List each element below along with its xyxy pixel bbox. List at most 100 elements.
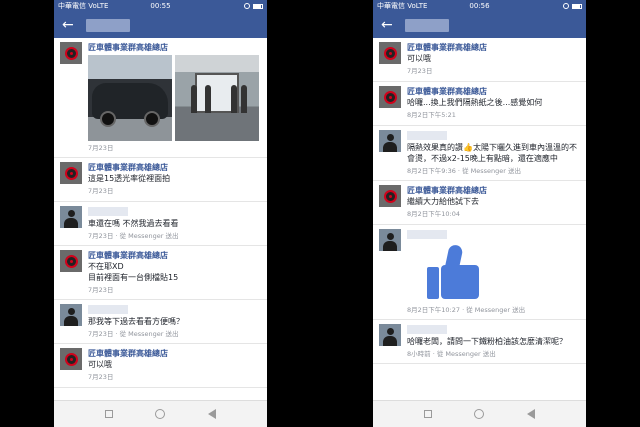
home-icon[interactable] xyxy=(155,409,166,419)
logo-mark xyxy=(383,189,397,203)
alarm-icon xyxy=(244,3,250,9)
avatar-head xyxy=(68,308,75,315)
sender-name[interactable]: 匠車體事業群高雄總店 xyxy=(407,185,580,196)
user-avatar[interactable] xyxy=(379,229,401,251)
avatar-body xyxy=(64,316,78,326)
message-timestamp: 7月23日 xyxy=(88,373,114,381)
shop-logo-avatar[interactable] xyxy=(379,86,401,108)
person-figure xyxy=(241,85,247,113)
message-row[interactable]: 匠車體事業群高雄總店 7月23日 xyxy=(54,38,267,158)
shop-logo-avatar[interactable] xyxy=(379,42,401,64)
message-row[interactable]: 匠車體事業群高雄總店 這是15透光率從裡面拍 7月23日 xyxy=(54,158,267,202)
message-list[interactable]: 匠車體事業群高雄總店 7月23日 匠車體事業群高雄總店 這是15透光率從裡面拍 7月23… xyxy=(54,38,267,400)
car-wheel xyxy=(100,111,116,127)
message-text: 繼續大力給他試下去 xyxy=(407,197,479,206)
avatar-head xyxy=(387,328,394,335)
thumb-palm xyxy=(441,265,479,299)
sender-name[interactable]: 匠車體事業群高雄總店 xyxy=(407,42,580,53)
message-timestamp: 8月2日下午5:21 xyxy=(407,111,456,119)
message-timestamp: 8月2日下午10:04 xyxy=(407,210,461,218)
message-text: 可以哦 xyxy=(407,54,431,63)
right-phone-screen: 中華電信 VoLTE 00:56 ← 匠車體事業群高雄總店 可以哦 7月23日 匠車體… xyxy=(373,0,586,427)
message-timestamp: 7月23日 · 從 Messenger 送出 xyxy=(88,232,179,240)
logo-mark xyxy=(64,46,78,60)
conversation-name-redacted xyxy=(405,18,449,32)
user-avatar[interactable] xyxy=(60,206,82,228)
logo-mark xyxy=(64,166,78,180)
message-timestamp: 7月23日 · 從 Messenger 送出 xyxy=(88,330,179,338)
avatar-head xyxy=(68,210,75,217)
back-arrow-icon[interactable]: ← xyxy=(62,17,78,33)
message-timestamp: 7月23日 xyxy=(407,67,433,75)
message-row[interactable]: 車還在嗎 不然我過去看看 7月23日 · 從 Messenger 送出 xyxy=(54,202,267,246)
shop-logo-avatar[interactable] xyxy=(60,42,82,64)
person-figure xyxy=(205,85,211,113)
shop-photo[interactable] xyxy=(175,55,259,141)
home-icon[interactable] xyxy=(474,409,485,419)
battery-icon xyxy=(572,3,582,9)
car-photo[interactable] xyxy=(88,55,172,141)
recent-apps-icon[interactable] xyxy=(424,410,433,418)
user-avatar[interactable] xyxy=(379,324,401,346)
message-row[interactable]: 8月2日下午10:27 · 從 Messenger 送出 xyxy=(373,225,586,320)
user-avatar[interactable] xyxy=(379,130,401,152)
person-figure xyxy=(191,85,197,113)
status-bar: 中華電信 VoLTE 00:55 xyxy=(54,0,267,12)
car-wheel xyxy=(144,111,160,127)
shop-logo-avatar[interactable] xyxy=(60,162,82,184)
sender-name-redacted xyxy=(407,325,447,334)
shop-logo-avatar[interactable] xyxy=(60,250,82,272)
back-arrow-icon[interactable]: ← xyxy=(381,17,397,33)
logo-mark xyxy=(64,352,78,366)
message-row[interactable]: 匠車體事業群高雄總店 哈囉...換上我們隔熱紙之後...感覺如何 8月2日下午5:2… xyxy=(373,82,586,126)
message-timestamp: 8小時前 · 從 Messenger 送出 xyxy=(407,350,496,358)
message-text: 可以哦 xyxy=(88,360,112,369)
message-text: 哈囉老闆，請問一下鐵粉柏油該怎麼清潔呢？ xyxy=(407,337,567,346)
message-timestamp: 7月23日 xyxy=(88,144,114,152)
left-phone-screen: 中華電信 VoLTE 00:55 ← 匠車體事業群高雄總店 7月23日 匠車體事業群… xyxy=(54,0,267,427)
shop-logo-avatar[interactable] xyxy=(379,185,401,207)
avatar-body xyxy=(383,142,397,152)
message-text: 不在耶XD 目前裡面有一台側檔貼15 xyxy=(88,262,179,282)
thumbs-up-icon[interactable] xyxy=(427,243,483,301)
battery-icon xyxy=(253,3,263,9)
alarm-icon xyxy=(563,3,569,9)
message-text: 哈囉...換上我們隔熱紙之後...感覺如何 xyxy=(407,98,543,107)
shop-logo-avatar[interactable] xyxy=(60,348,82,370)
sender-name-redacted xyxy=(407,131,447,140)
avatar-body xyxy=(64,218,78,228)
avatar-body xyxy=(383,336,397,346)
android-nav-bar xyxy=(54,400,267,427)
clock: 00:55 xyxy=(150,2,171,10)
sender-name[interactable]: 匠車體事業群高雄總店 xyxy=(88,348,261,359)
avatar-head xyxy=(387,233,394,240)
status-bar: 中華電信 VoLTE 00:56 xyxy=(373,0,586,12)
back-icon[interactable] xyxy=(207,409,216,419)
message-timestamp: 8月2日下午9:36 · 從 Messenger 送出 xyxy=(407,167,521,175)
battery-level xyxy=(573,4,580,8)
sender-name[interactable]: 匠車體事業群高雄總店 xyxy=(88,250,261,261)
conversation-header: ← xyxy=(373,12,586,38)
message-row[interactable]: 匠車體事業群高雄總店 可以哦 7月23日 xyxy=(54,344,267,388)
sender-name[interactable]: 匠車體事業群高雄總店 xyxy=(407,86,580,97)
photo-attachments xyxy=(88,55,261,141)
message-row[interactable]: 匠車體事業群高雄總店 可以哦 7月23日 xyxy=(373,38,586,82)
message-row[interactable]: 匠車體事業群高雄總店 不在耶XD 目前裡面有一台側檔貼15 7月23日 xyxy=(54,246,267,300)
user-avatar[interactable] xyxy=(60,304,82,326)
back-icon[interactable] xyxy=(526,409,535,419)
message-list[interactable]: 匠車體事業群高雄總店 可以哦 7月23日 匠車體事業群高雄總店 哈囉...換上我們隔熱紙… xyxy=(373,38,586,400)
battery-level xyxy=(254,4,261,8)
message-row[interactable]: 匠車體事業群高雄總店 繼續大力給他試下去 8月2日下午10:04 xyxy=(373,181,586,225)
thumb-cuff xyxy=(427,267,439,299)
recent-apps-icon[interactable] xyxy=(105,410,114,418)
sender-name[interactable]: 匠車體事業群高雄總店 xyxy=(88,162,261,173)
message-row[interactable]: 那我等下過去看看方便嗎？ 7月23日 · 從 Messenger 送出 xyxy=(54,300,267,344)
message-row[interactable]: 哈囉老闆，請問一下鐵粉柏油該怎麼清潔呢？ 8小時前 · 從 Messenger 送… xyxy=(373,320,586,364)
sender-name-redacted xyxy=(88,305,128,314)
clock: 00:56 xyxy=(469,2,490,10)
message-row[interactable]: 隔熱效果真的讚👍太陽下曬久進到車內溫溫的不會燙，不過x2-15晚上有點暗，還在適… xyxy=(373,126,586,181)
message-text: 這是15透光率從裡面拍 xyxy=(88,174,171,183)
sender-name-redacted xyxy=(407,230,447,239)
person-figure xyxy=(231,85,237,113)
sender-name[interactable]: 匠車體事業群高雄總店 xyxy=(88,42,261,53)
